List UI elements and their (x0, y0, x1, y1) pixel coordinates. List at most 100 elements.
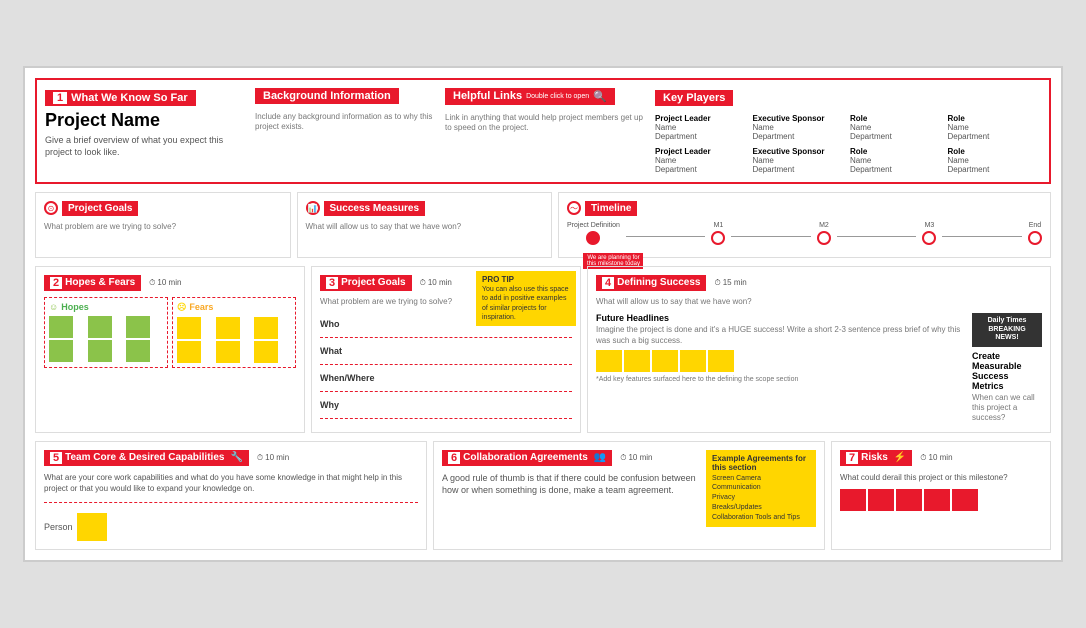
future-headlines-right: Daily Times BREAKING NEWS! Create Measur… (972, 313, 1042, 423)
defining-success-badge: 4 Defining Success (596, 275, 706, 291)
success-measures-subtitle: What will allow us to say that we have w… (306, 222, 544, 232)
kp-col-2: Role Name Department Role Name Departmen… (850, 114, 944, 174)
team-core-desc: What are your core work capabilities and… (44, 472, 418, 494)
kp-dept-3: Department (948, 132, 1042, 141)
card-project-goals: ⊙ Project Goals What problem are we tryi… (35, 192, 291, 258)
hopes-fears-timer: ⏱ 10 min (149, 278, 181, 288)
proj-def-label: Project Definition (567, 222, 620, 229)
kp-name-6: Name (850, 156, 944, 165)
milestone-m1: M1 (711, 222, 725, 245)
fear-sticky-3 (254, 317, 278, 339)
kp-name-1: Name (753, 123, 847, 132)
bg-info-block: Background Information Include any backg… (255, 88, 435, 174)
goals-row-why: Why (320, 392, 572, 419)
create-metrics-desc: When can we call this project a success? (972, 393, 1042, 424)
main-container: 1 What We Know So Far Project Name Give … (23, 66, 1063, 562)
helpful-links-label: Helpful Links (453, 90, 522, 102)
future-headlines-block: Future Headlines Imagine the project is … (596, 313, 1042, 423)
team-core-label: Team Core & Desired Capabilities (65, 452, 224, 463)
fut-sticky-5 (708, 350, 734, 372)
collab-header: 6 Collaboration Agreements 👥 ⏱ 10 min (442, 450, 700, 466)
collab-number: 6 (448, 452, 460, 464)
collab-inner: 6 Collaboration Agreements 👥 ⏱ 10 min A … (442, 450, 816, 527)
hope-sticky-5 (88, 340, 112, 362)
card-hopes-fears: 2 Hopes & Fears ⏱ 10 min ☺ Hopes (35, 266, 305, 433)
milestone-m2: M2 (817, 222, 831, 245)
kp-dept-1: Department (753, 132, 847, 141)
hope-sticky-1 (49, 316, 73, 338)
bg-info-label: Background Information (263, 90, 391, 102)
goals2-number: 3 (326, 277, 338, 289)
milestone-m3: M3 (922, 222, 936, 245)
risk-sticky-4 (924, 489, 950, 511)
project-desc: Give a brief overview of what you expect… (45, 135, 245, 158)
risk-sticky-5 (952, 489, 978, 511)
kp-role-5: Executive Sponsor (753, 147, 847, 156)
kp-dept-6: Department (850, 165, 944, 174)
kp-name-4: Name (655, 156, 749, 165)
target-icon: ⊙ (44, 201, 58, 215)
breaking-news: Daily Times BREAKING NEWS! (972, 313, 1042, 346)
row4: 5 Team Core & Desired Capabilities 🔧 ⏱ 1… (35, 441, 1051, 550)
kp-name-7: Name (948, 156, 1042, 165)
card-timeline: 〜 Timeline Project Definition We are pla… (558, 192, 1051, 258)
card-collaboration: 6 Collaboration Agreements 👥 ⏱ 10 min A … (433, 441, 825, 550)
news: NEWS! (976, 334, 1038, 342)
future-headlines-desc: Imagine the project is done and it's a H… (596, 325, 966, 346)
project-goals-label: Project Goals (68, 203, 132, 214)
risk-sticky-2 (868, 489, 894, 511)
example-item-1: Screen Camera (712, 474, 810, 484)
fear-sticky-6 (254, 341, 278, 363)
tool-icon: 🔧 (230, 452, 242, 463)
chart-icon: 📊 (306, 201, 320, 215)
timeline-line-4 (942, 236, 1022, 237)
collab-label: Collaboration Agreements (463, 452, 588, 463)
timeline-line-3 (837, 236, 917, 237)
goals2-label: Project Goals (341, 277, 405, 288)
risk-sticky-3 (896, 489, 922, 511)
milestone-project-def: Project Definition We are planning for t… (567, 222, 620, 249)
m1-circle (711, 231, 725, 245)
kp-role-0: Project Leader (655, 114, 749, 123)
fear-sticky-1 (177, 317, 201, 339)
example-items: Screen Camera Communication Privacy Brea… (712, 474, 810, 523)
fears-stickies (177, 317, 291, 363)
risks-timer: ⏱ 10 min (920, 453, 952, 463)
kp-dept-5: Department (753, 165, 847, 174)
hopes-fears-badge: 2 Hopes & Fears (44, 275, 141, 291)
timeline-label: Timeline (591, 203, 631, 214)
defining-success-label: Defining Success (617, 277, 700, 288)
defining-success-timer: ⏱ 15 min (714, 278, 746, 288)
breaking: BREAKING (976, 326, 1038, 334)
milestone-end: End (1028, 222, 1042, 245)
kp-dept-4: Department (655, 165, 749, 174)
success-measures-badge: Success Measures (324, 201, 426, 216)
risks-header: 7 Risks ⚡ ⏱ 10 min (840, 450, 1042, 466)
success-measures-header: 📊 Success Measures (306, 201, 544, 216)
hope-sticky-4 (49, 340, 73, 362)
team-core-header: 5 Team Core & Desired Capabilities 🔧 ⏱ 1… (44, 450, 418, 466)
collab-timer: ⏱ 10 min (620, 453, 652, 463)
m2-label: M2 (819, 222, 829, 229)
pro-tip-title: PRO TIP (482, 275, 570, 285)
m1-label: M1 (714, 222, 724, 229)
kp-dept-2: Department (850, 132, 944, 141)
sad-icon: ☹ (177, 302, 186, 313)
helpful-links-block: Helpful Links Double click to open 🔍 Lin… (445, 88, 645, 174)
fears-header: ☹ Fears (177, 302, 291, 313)
hopes-label: Hopes (61, 302, 89, 312)
kp-role-2: Role (850, 114, 944, 123)
section1-banner: 1 What We Know So Far Project Name Give … (35, 78, 1051, 184)
project-goals-header: ⊙ Project Goals (44, 201, 282, 216)
goals2-timer: ⏱ 10 min (420, 278, 452, 288)
metrics-note1: *Add key features surfaced here to the d… (596, 376, 966, 383)
helpful-links-desc: Link in anything that would help project… (445, 113, 645, 134)
example-title: Example Agreements for this section (712, 454, 810, 472)
bg-info-badge: Background Information (255, 88, 399, 104)
collab-desc: A good rule of thumb is that if there co… (442, 472, 700, 497)
risks-desc: What could derail this project or this m… (840, 472, 1042, 483)
section1-title: What We Know So Far (71, 92, 188, 104)
team-core-person-area: Person (44, 502, 418, 541)
collab-badge: 6 Collaboration Agreements 👥 (442, 450, 612, 466)
card-project-goals-2: 3 Project Goals ⏱ 10 min PRO TIP You can… (311, 266, 581, 433)
